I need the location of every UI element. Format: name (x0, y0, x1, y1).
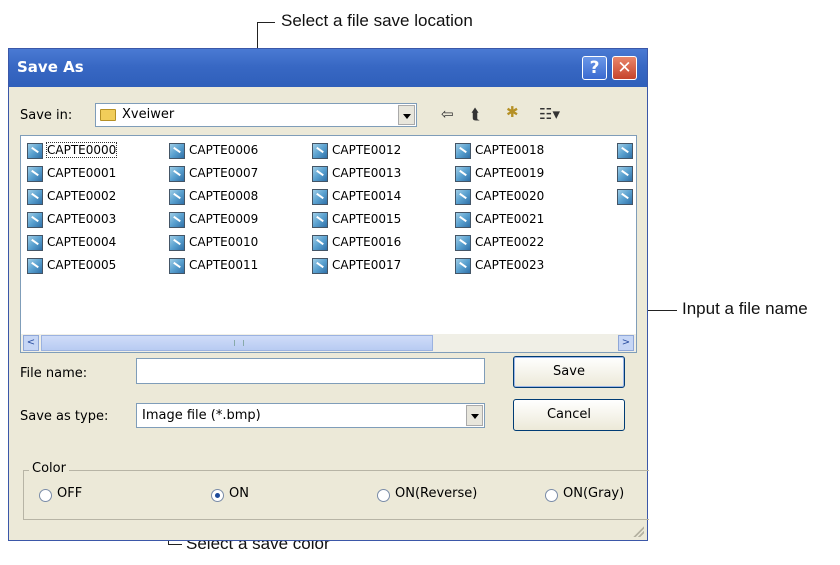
image-file-icon (455, 143, 471, 159)
file-name-input[interactable] (136, 358, 485, 384)
file-item-label: CAPTE0009 (189, 212, 259, 226)
image-file-icon (169, 235, 185, 251)
scroll-grip (234, 340, 244, 346)
folder-icon (100, 109, 116, 121)
file-item-label: CAPTE0001 (47, 166, 117, 180)
image-file-icon (312, 235, 328, 251)
image-file-icon (27, 189, 43, 205)
file-item-label: CAPTE0011 (189, 258, 259, 272)
image-file-icon (455, 189, 471, 205)
file-item-label: CAPTE0006 (189, 143, 259, 157)
new-folder-icon[interactable]: ✱ (506, 103, 519, 121)
help-icon: ? (589, 58, 600, 78)
save-in-value: Xveiwer (122, 107, 175, 122)
image-file-icon[interactable] (617, 189, 633, 205)
save-in-dropdown[interactable]: Xveiwer (95, 103, 417, 127)
file-item-label: CAPTE0013 (332, 166, 402, 180)
file-item-label: CAPTE0023 (475, 258, 545, 272)
cancel-button[interactable]: Cancel (513, 399, 625, 431)
file-item-label: CAPTE0022 (475, 235, 545, 249)
radio-on[interactable] (211, 489, 224, 502)
resize-grip-icon[interactable] (632, 525, 644, 537)
radio-on-gray[interactable] (545, 489, 558, 502)
image-file-icon (455, 258, 471, 274)
file-item-label: CAPTE0014 (332, 189, 402, 203)
image-file-icon (169, 166, 185, 182)
scroll-thumb[interactable] (41, 335, 433, 351)
image-file-icon (312, 166, 328, 182)
scroll-left-button[interactable]: < (23, 335, 39, 351)
file-item-label: CAPTE0019 (475, 166, 545, 180)
file-item-label: CAPTE0000 (45, 142, 118, 158)
save-in-label: Save in: (20, 108, 73, 123)
image-file-icon (455, 212, 471, 228)
file-item-label: CAPTE0008 (189, 189, 259, 203)
close-button[interactable]: ✕ (612, 56, 637, 80)
image-file-icon (27, 166, 43, 182)
radio-off-label: OFF (57, 486, 83, 501)
image-file-icon (312, 189, 328, 205)
scroll-right-button[interactable]: > (618, 335, 634, 351)
image-file-icon (169, 258, 185, 274)
image-file-icon (27, 143, 43, 159)
file-item-label: CAPTE0003 (47, 212, 117, 226)
radio-off[interactable] (39, 489, 52, 502)
file-item-label: CAPTE0015 (332, 212, 402, 226)
file-item-label: CAPTE0012 (332, 143, 402, 157)
file-item-label: CAPTE0004 (47, 235, 117, 249)
chevron-down-icon[interactable] (398, 105, 415, 125)
image-file-icon (27, 212, 43, 228)
image-file-icon (455, 166, 471, 182)
image-file-icon[interactable] (617, 166, 633, 182)
file-item-label: CAPTE0020 (475, 189, 545, 203)
file-item-label: CAPTE0002 (47, 189, 117, 203)
annotation-leader-location-horizontal (257, 22, 275, 23)
file-item-label: CAPTE0017 (332, 258, 402, 272)
dialog-title: Save As (17, 58, 84, 76)
close-icon: ✕ (617, 58, 632, 78)
back-icon[interactable]: ⇦ (441, 105, 454, 123)
chevron-down-icon[interactable] (466, 405, 483, 426)
image-file-icon (312, 258, 328, 274)
image-file-icon (455, 235, 471, 251)
file-item-label: CAPTE0021 (475, 212, 545, 226)
image-file-icon (27, 235, 43, 251)
save-button[interactable]: Save (513, 356, 625, 388)
color-group-legend: Color (29, 461, 69, 476)
image-file-icon[interactable] (617, 143, 633, 159)
radio-on-reverse[interactable] (377, 489, 390, 502)
image-file-icon (169, 143, 185, 159)
save-as-type-value: Image file (*.bmp) (142, 408, 261, 423)
file-item-label: CAPTE0007 (189, 166, 259, 180)
annotation-leader-color-horizontal (168, 544, 182, 545)
save-as-dialog: Save As ? ✕ Save in: Xveiwer ⇦ ⮬ ✱ ☷▾ < … (8, 48, 649, 541)
save-as-type-label: Save as type: (20, 409, 109, 424)
up-folder-icon[interactable]: ⮬ (471, 105, 480, 123)
image-file-icon (312, 212, 328, 228)
views-menu-icon[interactable]: ☷▾ (539, 105, 560, 123)
image-file-icon (169, 212, 185, 228)
annotation-file-name: Input a file name (682, 299, 808, 318)
file-item-label: CAPTE0010 (189, 235, 259, 249)
radio-on-gray-label: ON(Gray) (563, 486, 625, 501)
title-bar[interactable]: Save As ? ✕ (9, 49, 647, 87)
help-button[interactable]: ? (582, 56, 607, 80)
file-item-label: CAPTE0005 (47, 258, 117, 272)
radio-on-label: ON (229, 486, 249, 501)
radio-on-reverse-label: ON(Reverse) (395, 486, 478, 501)
save-as-type-dropdown[interactable]: Image file (*.bmp) (136, 403, 485, 428)
file-item-label: CAPTE0016 (332, 235, 402, 249)
file-name-label: File name: (20, 366, 88, 381)
image-file-icon (312, 143, 328, 159)
file-list[interactable]: < > CAPTE0000 CAPTE0001 CAPTE0002 CAPTE0003… (20, 135, 637, 353)
annotation-save-location: Select a file save location (281, 11, 473, 30)
file-item-label: CAPTE0018 (475, 143, 545, 157)
horizontal-scrollbar[interactable]: < > (21, 334, 636, 352)
image-file-icon (169, 189, 185, 205)
image-file-icon (27, 258, 43, 274)
